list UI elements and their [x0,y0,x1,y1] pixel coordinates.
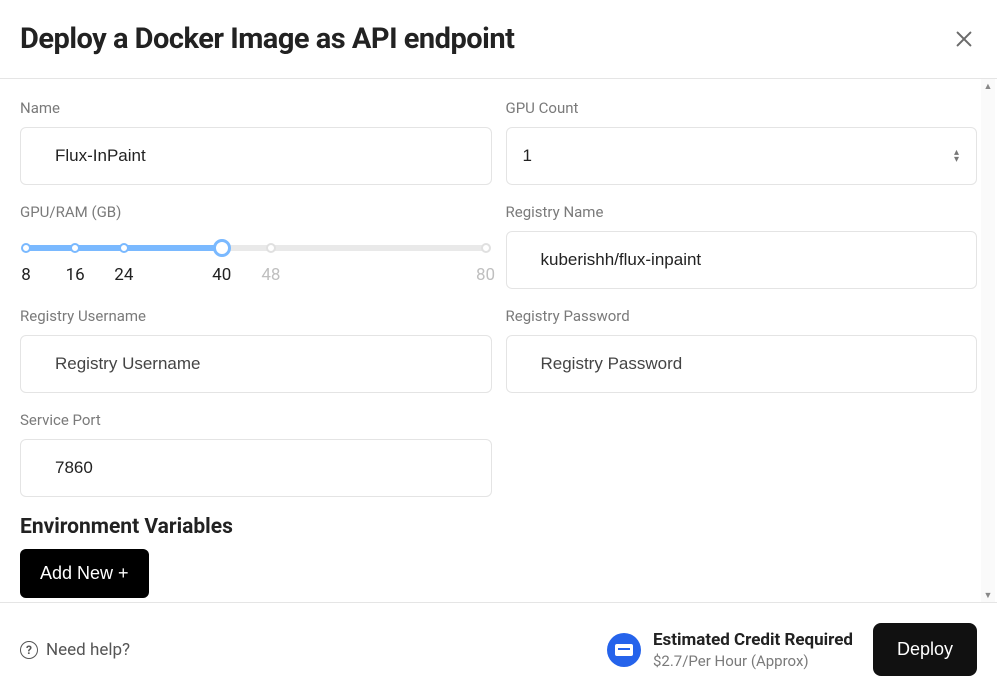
gpu-count-select-wrap: ▴▾ [506,127,978,185]
registry-password-input[interactable] [506,335,978,393]
registry-username-input[interactable] [20,335,492,393]
modal-footer: ? Need help? Estimated Credit Required $… [0,603,997,695]
need-help-label: Need help? [46,640,130,660]
credit-title: Estimated Credit Required [653,630,853,650]
modal-header: Deploy a Docker Image as API endpoint [0,0,997,79]
scroll-up-icon[interactable]: ▲ [981,79,995,93]
registry-password-label: Registry Password [506,307,978,325]
deploy-button[interactable]: Deploy [873,623,977,676]
env-vars-title: Environment Variables [20,515,977,539]
gpu-count-label: GPU Count [506,99,978,117]
scroll-down-icon[interactable]: ▼ [981,588,995,602]
gpu-count-select[interactable] [506,127,978,185]
slider-tick-label: 48 [261,265,280,285]
name-group: Name [20,99,492,185]
name-input[interactable] [20,127,492,185]
need-help-link[interactable]: ? Need help? [20,640,130,660]
slider-labels: 81624404880 [26,265,486,285]
modal-title: Deploy a Docker Image as API endpoint [20,22,514,56]
gpu-count-group: GPU Count ▴▾ [506,99,978,185]
credit-text: Estimated Credit Required $2.7/Per Hour … [653,630,853,670]
slider-tick-label: 24 [114,265,133,285]
form-grid: Name GPU Count ▴▾ GPU/RAM (GB) [20,99,977,515]
slider-tick-label: 80 [476,265,495,285]
modal-body: Name GPU Count ▴▾ GPU/RAM (GB) [0,79,997,602]
registry-username-group: Registry Username [20,307,492,393]
slider-tick [266,243,276,253]
help-icon: ? [20,641,38,659]
credit-amount: $2.7/Per Hour (Approx) [653,652,853,670]
gpu-ram-label: GPU/RAM (GB) [20,203,492,221]
slider-tick [119,243,129,253]
empty-cell [506,411,978,515]
service-port-group: Service Port [20,411,492,497]
slider-tick-label: 16 [66,265,85,285]
service-port-input[interactable] [20,439,492,497]
service-port-label: Service Port [20,411,492,429]
slider-handle[interactable] [213,239,231,257]
slider-tick [21,243,31,253]
close-icon[interactable] [951,26,977,52]
add-env-var-button[interactable]: Add New + [20,549,149,598]
registry-name-input[interactable] [506,231,978,289]
scrollbar[interactable]: ▲ ▼ [981,79,995,602]
slider-tick-label: 8 [21,265,31,285]
slider-tick [70,243,80,253]
credit-info: Estimated Credit Required $2.7/Per Hour … [607,630,853,670]
gpu-ram-group: GPU/RAM (GB) 8 16 24 40 48 80 [20,203,492,289]
registry-name-label: Registry Name [506,203,978,221]
credit-card-icon [607,633,641,667]
name-label: Name [20,99,492,117]
registry-username-label: Registry Username [20,307,492,325]
gpu-ram-slider[interactable]: 8 16 24 40 48 80 [20,231,492,285]
slider-track [26,245,486,251]
modal-body-wrap: Name GPU Count ▴▾ GPU/RAM (GB) [0,79,997,603]
registry-password-group: Registry Password [506,307,978,393]
registry-name-group: Registry Name [506,203,978,289]
slider-tick [481,243,491,253]
slider-tick-label: 40 [212,265,231,285]
